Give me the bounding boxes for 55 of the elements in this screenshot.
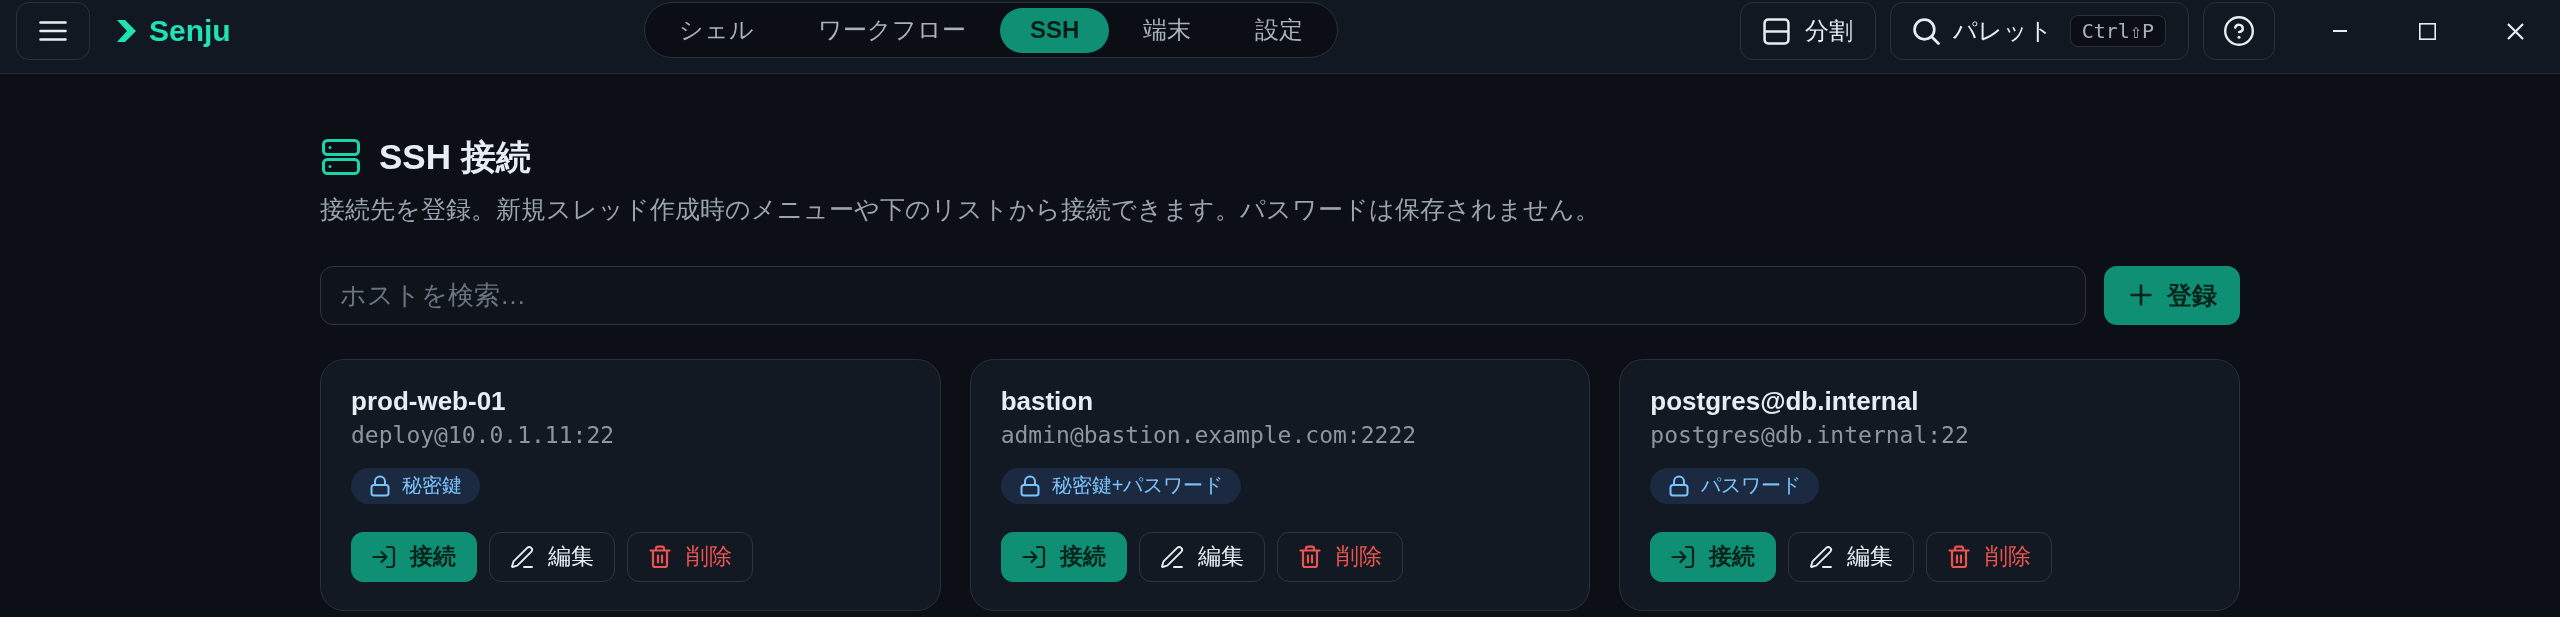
help-button[interactable] bbox=[2203, 2, 2275, 60]
nav-tab[interactable]: シェル bbox=[649, 7, 785, 53]
close-icon bbox=[2507, 22, 2525, 40]
host-name: bastion bbox=[1000, 385, 1095, 417]
server-icon bbox=[322, 139, 360, 175]
edit-button[interactable]: 編集 bbox=[489, 531, 615, 582]
delete-button[interactable]: 削除 bbox=[1926, 531, 2053, 582]
maximize-icon bbox=[2419, 22, 2437, 40]
chevron-icon bbox=[117, 20, 136, 42]
search-icon bbox=[1912, 17, 1940, 45]
lock-icon bbox=[1019, 474, 1040, 497]
minimize-icon bbox=[2333, 30, 2347, 32]
trash-icon bbox=[648, 544, 672, 569]
connect-button[interactable]: 接続 bbox=[1650, 531, 1777, 582]
auth-label: パスワード bbox=[1701, 473, 1802, 499]
auth-label: 秘密鍵+パスワード bbox=[1051, 473, 1224, 499]
trash-icon bbox=[1297, 544, 1322, 569]
split-button[interactable]: 分割 bbox=[1739, 2, 1876, 60]
plus-icon bbox=[2130, 284, 2152, 306]
delete-button[interactable]: 削除 bbox=[627, 531, 753, 582]
trash-icon bbox=[1947, 544, 1972, 569]
palette-button[interactable]: パレット Ctrl⇧P bbox=[1889, 2, 2189, 60]
sign-in-icon bbox=[1671, 544, 1696, 569]
connect-button[interactable]: 接続 bbox=[1000, 531, 1127, 582]
pencil-icon bbox=[1159, 544, 1184, 569]
page-title: SSH 接続 bbox=[379, 136, 531, 178]
host-address: admin@bastion.example.com:2222 bbox=[1000, 420, 1418, 450]
app-title: Senju bbox=[149, 16, 231, 46]
host-address: postgres@db.internal:22 bbox=[1650, 420, 1970, 450]
nav-tab[interactable]: SSH bbox=[1000, 7, 1110, 53]
help-icon bbox=[2224, 16, 2254, 46]
pencil-icon bbox=[1809, 544, 1834, 569]
page-description: 接続先を登録。新規スレッド作成時のメニューや下のリストから接続できます。パスワードは保存されません。 bbox=[320, 194, 1601, 225]
auth-label: 秘密鍵 bbox=[402, 473, 462, 499]
menu-icon bbox=[39, 21, 67, 41]
lock-icon bbox=[370, 474, 390, 497]
host-name: prod-web-01 bbox=[351, 385, 507, 417]
sign-in-icon bbox=[1021, 544, 1046, 569]
menu-button[interactable] bbox=[16, 2, 90, 60]
connect-button[interactable]: 接続 bbox=[351, 531, 477, 582]
nav-tab[interactable]: ワークフロー bbox=[788, 7, 997, 53]
add-button[interactable]: 登録 bbox=[2104, 265, 2240, 325]
shortcut-key: Ctrl⇧P bbox=[2069, 15, 2166, 47]
lock-icon bbox=[1669, 474, 1690, 497]
edit-button[interactable]: 編集 bbox=[1788, 531, 1915, 582]
edit-button[interactable]: 編集 bbox=[1138, 531, 1265, 582]
nav-tab[interactable]: 端末 bbox=[1113, 7, 1222, 53]
delete-button[interactable]: 削除 bbox=[1276, 531, 1403, 582]
nav-tab[interactable]: 設定 bbox=[1225, 7, 1334, 53]
pencil-icon bbox=[510, 544, 534, 569]
search-field[interactable]: ホストを検索… bbox=[320, 265, 2086, 325]
split-view-icon bbox=[1762, 17, 1790, 45]
host-name: postgres@db.internal bbox=[1650, 385, 1920, 417]
host-address: deploy@10.0.1.11:22 bbox=[351, 420, 616, 450]
sign-in-icon bbox=[372, 544, 396, 569]
